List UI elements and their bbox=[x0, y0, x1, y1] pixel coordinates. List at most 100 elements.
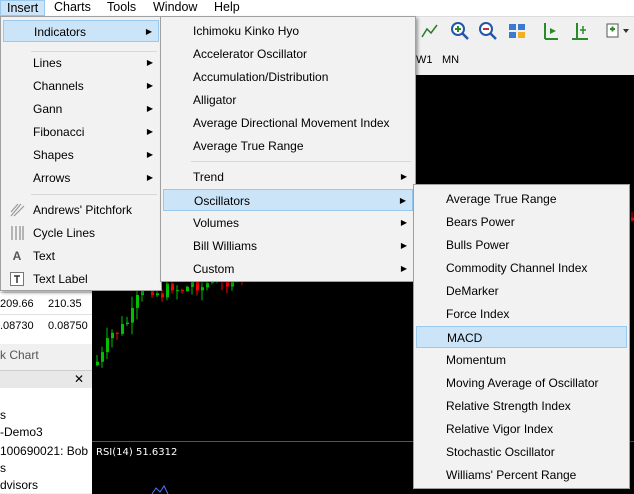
menu-item-accumulation-distribution[interactable]: Accumulation/Distribution bbox=[163, 66, 413, 88]
menu-item-williams-percent-range[interactable]: Williams' Percent Range bbox=[416, 464, 627, 486]
menu-item-label: Arrows bbox=[33, 171, 71, 185]
menu-item-indicators[interactable]: Indicators ▶ bbox=[3, 20, 159, 42]
menu-item-bulls-power[interactable]: Bulls Power bbox=[416, 234, 627, 256]
candle bbox=[96, 355, 99, 367]
menu-help[interactable]: Help bbox=[208, 0, 246, 16]
menu-item-arrows[interactable]: Arrows ▶ bbox=[3, 167, 159, 189]
menu-item-label: Bill Williams bbox=[193, 239, 257, 253]
menu-item-label: DeMarker bbox=[446, 284, 499, 298]
menu-item-force-index[interactable]: Force Index bbox=[416, 303, 627, 325]
submenu-arrow-icon: ▶ bbox=[146, 58, 153, 67]
zoom-out-icon bbox=[479, 22, 497, 40]
menu-item-stochastic[interactable]: Stochastic Oscillator bbox=[416, 441, 627, 463]
chart-shift-button[interactable] bbox=[540, 20, 562, 42]
menu-insert[interactable]: Insert bbox=[0, 0, 46, 16]
menu-item-demarker[interactable]: DeMarker bbox=[416, 280, 627, 302]
submenu-arrow-icon: ▶ bbox=[146, 127, 153, 136]
menu-bar: Insert Charts Tools Window Help bbox=[0, 0, 634, 17]
line-chart-button[interactable] bbox=[419, 20, 441, 42]
zoom-in-icon bbox=[451, 22, 469, 40]
menu-item-osma[interactable]: Moving Average of Oscillator bbox=[416, 372, 627, 394]
menu-item-admi[interactable]: Average Directional Movement Index bbox=[163, 112, 413, 134]
menu-item-average-true-range[interactable]: Average True Range bbox=[416, 188, 627, 210]
menu-item-label: Bulls Power bbox=[446, 238, 510, 252]
list-item[interactable]: -Demo3 bbox=[0, 425, 43, 439]
menu-item-cci[interactable]: Commodity Channel Index bbox=[416, 257, 627, 279]
menu-item-lines[interactable]: Lines ▶ bbox=[3, 52, 159, 74]
menu-item-trend[interactable]: Trend ▶ bbox=[163, 166, 413, 188]
menu-item-label: Alligator bbox=[193, 93, 237, 107]
menu-item-volumes[interactable]: Volumes ▶ bbox=[163, 212, 413, 234]
menu-item-label: Fibonacci bbox=[33, 125, 85, 139]
menu-item-channels[interactable]: Channels ▶ bbox=[3, 75, 159, 97]
menu-item-rvi[interactable]: Relative Vigor Index bbox=[416, 418, 627, 440]
navigator-tree: s -Demo3 100690021: Bob s dvisors bbox=[0, 388, 92, 493]
menu-item-andrews-pitchfork[interactable]: Andrews' Pitchfork bbox=[3, 199, 159, 221]
quote-row[interactable]: .08730 0.08750 bbox=[0, 314, 92, 337]
menu-tools[interactable]: Tools bbox=[101, 0, 142, 16]
candle bbox=[116, 331, 119, 340]
list-item[interactable]: s bbox=[0, 408, 6, 422]
tick-chart-tab[interactable]: k Chart bbox=[0, 344, 92, 366]
menu-item-bears-power[interactable]: Bears Power bbox=[416, 211, 627, 233]
ask-value: 0.08750 bbox=[48, 320, 88, 332]
menu-item-alligator[interactable]: Alligator bbox=[163, 89, 413, 111]
menu-item-label: Oscillators bbox=[194, 194, 251, 208]
list-item[interactable]: 100690021: Bob bbox=[0, 444, 88, 458]
menu-item-label: Relative Vigor Index bbox=[446, 422, 554, 436]
menu-item-macd[interactable]: MACD bbox=[416, 326, 627, 348]
zoom-out-button[interactable] bbox=[477, 20, 499, 42]
menu-item-label: Gann bbox=[33, 102, 63, 116]
close-icon[interactable]: ✕ bbox=[74, 372, 84, 386]
menu-item-shapes[interactable]: Shapes ▶ bbox=[3, 144, 159, 166]
menu-item-label: Trend bbox=[193, 170, 224, 184]
menu-item-cycle-lines[interactable]: Cycle Lines bbox=[3, 222, 159, 244]
candle bbox=[121, 315, 124, 336]
candle bbox=[181, 288, 184, 294]
timeframe-w1[interactable]: W1 bbox=[416, 54, 433, 66]
candle-body bbox=[126, 322, 129, 325]
menu-item-label: Text Label bbox=[33, 272, 88, 286]
candle-body bbox=[181, 290, 184, 292]
candle bbox=[111, 329, 114, 348]
menu-item-label: Stochastic Oscillator bbox=[446, 445, 555, 459]
menu-window[interactable]: Window bbox=[147, 0, 203, 16]
candle-body bbox=[196, 281, 199, 291]
indicators-list-button[interactable] bbox=[604, 20, 629, 42]
list-item[interactable]: s bbox=[0, 461, 6, 475]
autoscroll-button[interactable] bbox=[569, 20, 591, 42]
tile-windows-button[interactable] bbox=[506, 20, 528, 42]
separator bbox=[31, 194, 157, 195]
menu-item-label: Accumulation/Distribution bbox=[193, 70, 329, 84]
menu-item-momentum[interactable]: Momentum bbox=[416, 349, 627, 371]
menu-item-bill-williams[interactable]: Bill Williams ▶ bbox=[163, 235, 413, 257]
candle-body bbox=[171, 283, 174, 291]
timeframe-mn[interactable]: MN bbox=[442, 54, 459, 66]
candle bbox=[176, 285, 179, 300]
candle bbox=[201, 281, 204, 301]
menu-item-label: Accelerator Oscillator bbox=[193, 47, 308, 61]
menu-item-gann[interactable]: Gann ▶ bbox=[3, 98, 159, 120]
quote-row[interactable]: 209.66 210.35 bbox=[0, 292, 92, 315]
menu-charts[interactable]: Charts bbox=[48, 0, 97, 16]
menu-item-oscillators[interactable]: Oscillators ▶ bbox=[163, 189, 413, 211]
candle-body bbox=[161, 293, 164, 298]
menu-item-accelerator-oscillator[interactable]: Accelerator Oscillator bbox=[163, 43, 413, 65]
menu-item-fibonacci[interactable]: Fibonacci ▶ bbox=[3, 121, 159, 143]
menu-item-custom[interactable]: Custom ▶ bbox=[163, 258, 413, 280]
menu-item-ichimoku[interactable]: Ichimoku Kinko Hyo bbox=[163, 20, 413, 42]
zoom-in-button[interactable] bbox=[449, 20, 471, 42]
candle-body bbox=[136, 295, 139, 308]
menu-item-text-label[interactable]: Text Label bbox=[3, 268, 159, 290]
candle-body bbox=[201, 287, 204, 291]
menu-item-rsi[interactable]: Relative Strength Index bbox=[416, 395, 627, 417]
cycle-lines-icon bbox=[11, 226, 24, 240]
menu-item-label: Moving Average of Oscillator bbox=[446, 376, 599, 390]
menu-item-text[interactable]: A Text bbox=[3, 245, 159, 267]
menu-item-average-true-range[interactable]: Average True Range bbox=[163, 135, 413, 157]
list-item[interactable]: dvisors bbox=[0, 478, 38, 492]
submenu-arrow-icon: ▶ bbox=[400, 264, 407, 273]
candle bbox=[131, 296, 134, 335]
indicators-submenu: Ichimoku Kinko Hyo Accelerator Oscillato… bbox=[160, 16, 416, 282]
candle-body bbox=[116, 332, 119, 334]
